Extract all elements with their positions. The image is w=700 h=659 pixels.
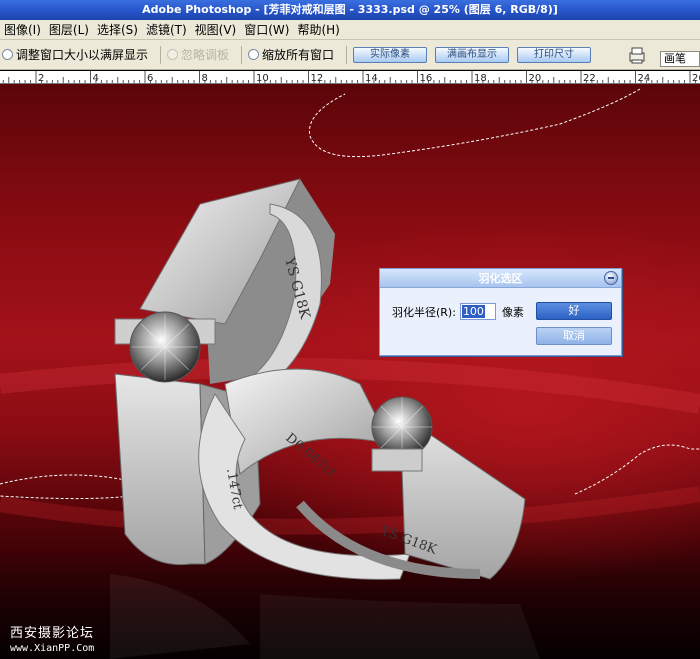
resize-window-label: 调整窗口大小以满屏显示 [16,48,149,62]
resize-window-radio[interactable] [2,49,13,60]
menu-window[interactable]: 窗口(W) [244,21,289,38]
zoom-all-option[interactable]: 缩放所有窗口 [248,46,334,63]
feather-radius-row: 羽化半径(R): 100 像素 [392,303,524,320]
ruler-label: 12 [311,73,324,84]
menu-bar: 图像(I) 图层(L) 选择(S) 滤镜(T) 视图(V) 窗口(W) 帮助(H… [0,20,700,40]
dialog-title-text: 羽化选区 [478,272,523,285]
separator [241,45,243,64]
ruler-label: 10 [256,73,269,84]
menu-view[interactable]: 视图(V) [195,21,237,38]
document-canvas[interactable]: YS G18K D0.047ct YS G18K .147ct 羽化选区 羽化半… [0,84,700,659]
ruler-ticks: 2468101214161820222426 [2,71,700,84]
ruler-label: 18 [474,73,487,84]
feather-selection-dialog: 羽化选区 羽化半径(R): 100 像素 好 取消 [379,268,622,356]
menu-help[interactable]: 帮助(H) [297,21,339,38]
menu-select[interactable]: 选择(S) [97,21,138,38]
fit-screen-button[interactable]: 满画布显示 [435,46,510,63]
ruler-label: 22 [583,73,596,84]
feather-radius-value: 100 [461,305,485,318]
watermark-url: www.XianPP.Com [10,643,95,654]
separator [346,45,348,64]
print-size-button[interactable]: 打印尺寸 [517,46,592,63]
zoom-all-label: 缩放所有窗口 [262,48,335,62]
resize-window-option[interactable]: 调整窗口大小以满屏显示 [2,46,148,63]
zoom-all-radio[interactable] [248,49,260,60]
ignore-palettes-option: 忽略调板 [167,46,229,63]
ring-photo: YS G18K D0.047ct YS G18K .147ct [0,88,700,659]
feather-radius-label: 羽化半径(R): [392,305,456,319]
ignore-palettes-label: 忽略调板 [181,48,230,62]
ruler-label: 26 [692,73,700,84]
horizontal-ruler: 2468101214161820222426 [0,71,700,84]
window-title: Adobe Photoshop - [芳菲对戒和层图 - 3333.psd @ … [0,0,700,20]
watermark: 西安摄影论坛 www.XianPP.Com [10,622,94,654]
dialog-title: 羽化选区 [380,269,621,288]
ruler-label: 20 [529,73,542,84]
ruler-label: 6 [147,73,153,84]
ruler-label: 8 [202,73,208,84]
ok-button[interactable]: 好 [536,302,612,320]
ruler-label: 14 [365,73,378,84]
options-bar: 调整窗口大小以满屏显示 忽略调板 缩放所有窗口 实际像素 满画布显示 打印尺寸 [0,40,700,70]
menu-filter[interactable]: 滤镜(T) [146,21,187,38]
menu-image[interactable]: 图像(I) [4,21,41,38]
separator [160,45,162,64]
ruler-label: 4 [93,73,99,84]
ruler-label: 2 [38,73,44,84]
feather-unit-label: 像素 [501,305,524,319]
ruler-label: 24 [638,73,651,84]
watermark-name: 西安摄影论坛 [10,626,95,641]
hand-icon[interactable] [627,45,647,65]
feather-radius-input[interactable]: 100 [459,303,496,320]
ignore-palettes-radio [167,49,179,60]
actual-pixels-button[interactable]: 实际像素 [353,46,428,63]
cancel-button[interactable]: 取消 [536,327,612,345]
ruler-label: 16 [420,73,433,84]
menu-layer[interactable]: 图层(L) [49,21,89,38]
brush-palette-tab[interactable]: 画笔 [660,51,700,67]
dialog-close-icon[interactable] [604,271,618,285]
